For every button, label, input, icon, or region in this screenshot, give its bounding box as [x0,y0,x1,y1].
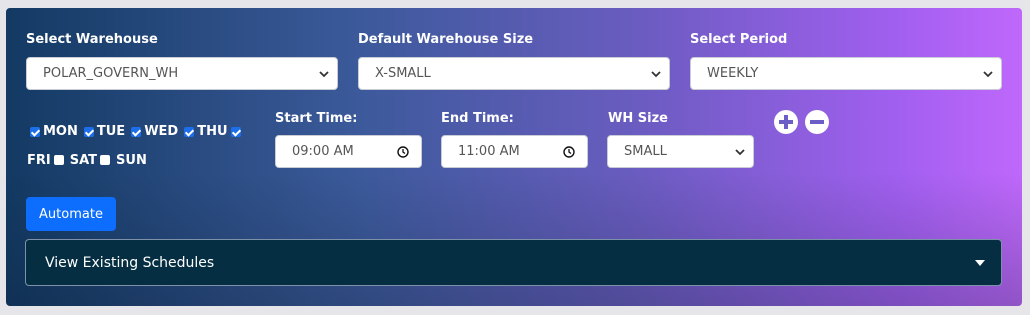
day-wed[interactable]: WED [128,118,178,145]
clock-icon[interactable] [563,145,575,158]
select-warehouse-label: Select Warehouse [26,32,158,47]
select-period-label: Select Period [690,32,788,47]
day-label: THU [197,124,228,139]
day-checkbox[interactable] [230,126,241,137]
chevron-down-icon [983,70,993,77]
automate-button[interactable]: Automate [26,197,116,231]
view-existing-schedules-toggle[interactable]: View Existing Schedules [25,239,1002,286]
end-time-label: End Time: [441,111,514,126]
select-warehouse-dropdown[interactable]: POLAR_GOVERN_WH [26,57,338,90]
accordion-title: View Existing Schedules [45,254,215,271]
day-sat[interactable]: SAT [70,147,113,174]
default-size-dropdown[interactable]: X-SMALL [358,57,670,90]
day-label: WED [144,124,179,139]
start-time-value: 09:00 AM [292,144,354,159]
clock-icon[interactable] [397,145,409,158]
wh-size-dropdown[interactable]: SMALL [607,135,754,168]
start-time-label: Start Time: [275,111,358,126]
day-label: SUN [116,152,147,168]
wh-size-value: SMALL [624,144,667,159]
day-sun[interactable]: SUN [116,147,147,174]
day-checkbox[interactable] [100,155,111,165]
day-checkbox[interactable] [131,126,142,137]
default-size-label: Default Warehouse Size [358,32,534,47]
chevron-down-icon [319,70,329,77]
weekday-checkboxes: MON TUE WED THU FRI SAT SUN [27,118,267,174]
add-schedule-row-button[interactable] [774,110,798,134]
select-period-dropdown[interactable]: WEEKLY [690,57,1002,90]
start-time-input[interactable]: 09:00 AM [275,135,422,168]
select-period-value: WEEKLY [707,66,759,81]
caret-down-icon [975,259,985,266]
schedule-panel: Select Warehouse POLAR_GOVERN_WH Default… [6,8,1022,306]
end-time-value: 11:00 AM [458,144,520,159]
wh-size-label: WH Size [608,111,668,126]
select-warehouse-value: POLAR_GOVERN_WH [43,66,179,81]
day-label: FRI [27,152,51,168]
day-mon[interactable]: MON [27,118,78,145]
day-checkbox[interactable] [184,126,195,137]
chevron-down-icon [735,148,745,155]
day-checkbox[interactable] [53,155,64,165]
day-label: TUE [96,124,126,139]
day-thu[interactable]: THU [181,118,243,145]
day-tue[interactable]: TUE [81,118,125,145]
remove-schedule-row-button[interactable] [805,110,829,134]
day-label: SAT [69,152,98,168]
chevron-down-icon [651,70,661,77]
day-checkbox[interactable] [83,126,94,137]
day-fri[interactable]: FRI [27,147,67,174]
default-size-value: X-SMALL [375,66,431,81]
end-time-input[interactable]: 11:00 AM [441,135,588,168]
day-label: MON [43,124,78,139]
day-checkbox[interactable] [30,126,40,137]
